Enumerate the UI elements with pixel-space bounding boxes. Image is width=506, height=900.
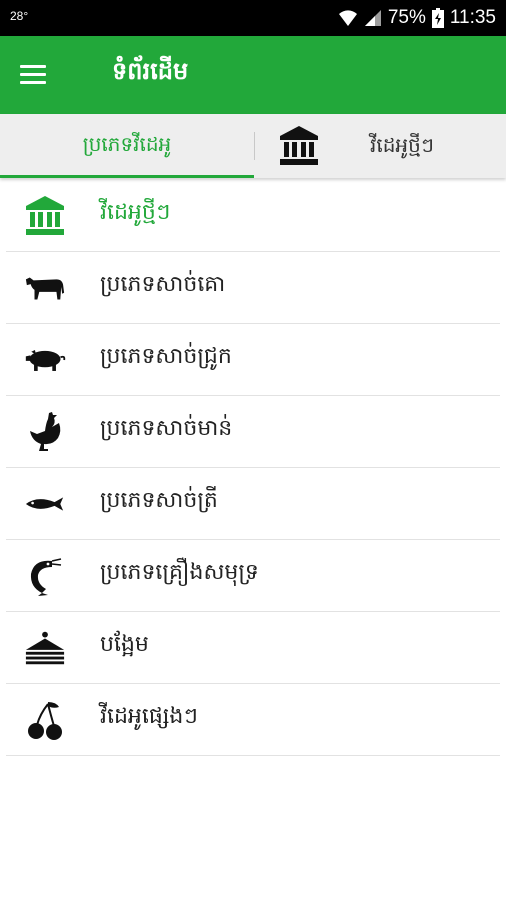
list-item-chicken[interactable]: ប្រភេទសាច់មាន់ [6,396,500,468]
tab-label: ប្រភេទវីដេអូ [82,132,172,156]
clock: 11:35 [449,7,496,28]
tab-label: វីដេអូថ្មីៗ [370,133,434,157]
list-item-beef[interactable]: ប្រភេទសាច់គោ [6,252,500,324]
shrimp-icon [24,556,66,596]
status-bar: 28° 75% 11:35 [0,0,506,36]
list-item-seafood[interactable]: ប្រភេទគ្រឿងសមុទ្រ [6,540,500,612]
list-item-other-videos[interactable]: វីដេអូផ្សេងៗ [6,684,500,756]
list-item-label: បង្អែម [100,632,149,657]
list-item-label: វីដេអូថ្មីៗ [100,200,171,225]
list-item-fish[interactable]: ប្រភេទសាច់ត្រី [6,468,500,540]
list-item-dessert[interactable]: បង្អែម [6,612,500,684]
temperature-indicator: 28° [10,9,29,23]
category-list: វីដេអូថ្មីៗ ប្រភេទសាច់គោ ប្រភេទសាច់ជ្រូក… [0,180,506,756]
tab-new-videos[interactable]: វីដេអូថ្មីៗ [255,114,506,178]
list-item-label: ប្រភេទសាច់គោ [100,272,226,297]
cow-icon [24,268,66,308]
list-item-label: ប្រភេទគ្រឿងសមុទ្រ [100,560,259,585]
list-item-label: វីដេអូផ្សេងៗ [100,704,198,729]
tab-indicator [0,175,254,178]
tab-video-categories[interactable]: ប្រភេទវីដេអូ [0,114,254,178]
cake-icon [24,628,66,668]
list-item-label: ប្រភេទសាច់មាន់ [100,416,233,441]
pig-icon [24,340,66,380]
fish-icon [24,484,66,524]
wifi-icon [338,9,358,27]
tab-bar: ប្រភេទវីដេអូ វីដេអូថ្មីៗ [0,114,506,178]
list-item-new-videos[interactable]: វីដេអូថ្មីៗ [6,180,500,252]
list-item-pork[interactable]: ប្រភេទសាច់ជ្រូក [6,324,500,396]
museum-icon [24,196,66,236]
hamburger-menu-icon[interactable] [18,61,48,89]
chicken-icon [24,412,66,452]
signal-icon [364,9,382,27]
battery-icon [431,8,444,28]
list-item-label: ប្រភេទសាច់ជ្រូក [100,344,232,369]
app-bar: ទំព័រដើម [0,36,506,114]
page-title: ទំព័រដើម [112,57,189,85]
list-item-label: ប្រភេទសាច់ត្រី [100,488,218,513]
battery-percent: 75% [387,7,426,28]
museum-icon [279,125,319,172]
cherry-icon [24,700,66,740]
